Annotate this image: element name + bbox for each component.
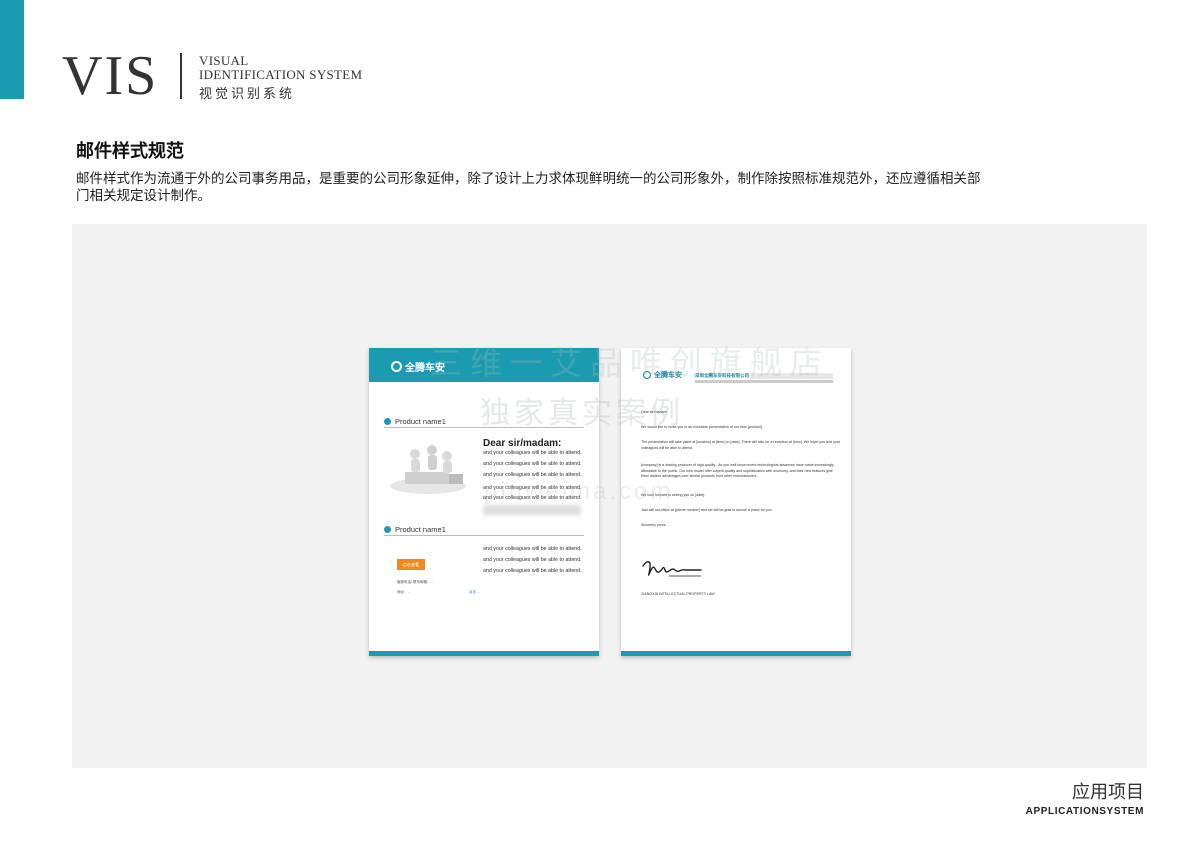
email-body-line: and your colleagues will be able to atte… bbox=[483, 568, 582, 574]
vis-logo: VIS bbox=[62, 45, 159, 107]
email-footer-line: 客服电话/ 联系邮箱：... bbox=[397, 580, 434, 584]
letter-paragraph-5: Just call our office at [phone number] a… bbox=[641, 508, 773, 512]
watermark-line3: pinweima.com bbox=[484, 478, 674, 505]
letter-signer: XIANGXIN INTELLECTUAL PROPERTY LAW bbox=[641, 592, 715, 596]
header-accent-bar bbox=[0, 0, 24, 99]
email-body-line: and your colleagues will be able to atte… bbox=[483, 546, 582, 552]
email-bottom-bar bbox=[369, 651, 599, 656]
section-description: 邮件样式作为流通于外的公司事务用品，是重要的公司形象延伸，除了设计上力求体现鲜明… bbox=[76, 171, 981, 203]
header-subtitle-cn: 视觉识别系统 bbox=[199, 86, 296, 101]
product-name-1: Product name1 bbox=[395, 417, 446, 426]
header-divider bbox=[180, 53, 182, 99]
bullet-icon bbox=[384, 526, 391, 533]
email-greeting: Dear sir/madam: bbox=[483, 438, 562, 449]
footer-title: 应用项目 bbox=[1072, 782, 1144, 802]
section-title: 邮件样式规范 bbox=[76, 141, 184, 161]
blurred-text bbox=[483, 505, 581, 515]
product-name-2: Product name1 bbox=[395, 525, 446, 534]
watermark-line2: 独家真实案例 bbox=[480, 397, 684, 430]
email-body-line: and your colleagues will be able to atte… bbox=[483, 450, 582, 456]
header-subtitle-line2: IDENTIFICATION SYSTEM bbox=[199, 67, 363, 82]
letter-paragraph-2: The presentation will take place at [loc… bbox=[641, 440, 841, 450]
team-meeting-illustration bbox=[390, 445, 466, 494]
signature-image bbox=[642, 561, 702, 577]
email-footer-line: 地址：... bbox=[397, 590, 411, 594]
letter-closing: Sincerely yours, bbox=[641, 523, 667, 527]
brand-logo-icon bbox=[391, 361, 402, 372]
letter-bottom-bar bbox=[621, 651, 851, 656]
email-footer-link: 点击 ... bbox=[469, 590, 480, 594]
divider bbox=[384, 535, 584, 536]
bullet-icon bbox=[384, 418, 391, 425]
email-body-line: and your colleagues will be able to atte… bbox=[483, 461, 582, 467]
watermark-line1: 三维一艾品唯创旗舰店 bbox=[430, 345, 831, 381]
view-button: 点击查看 bbox=[397, 559, 425, 570]
email-body-line: and your colleagues will be able to atte… bbox=[483, 557, 582, 563]
footer-subtitle: APPLICATIONSYSTEM bbox=[1025, 806, 1144, 817]
